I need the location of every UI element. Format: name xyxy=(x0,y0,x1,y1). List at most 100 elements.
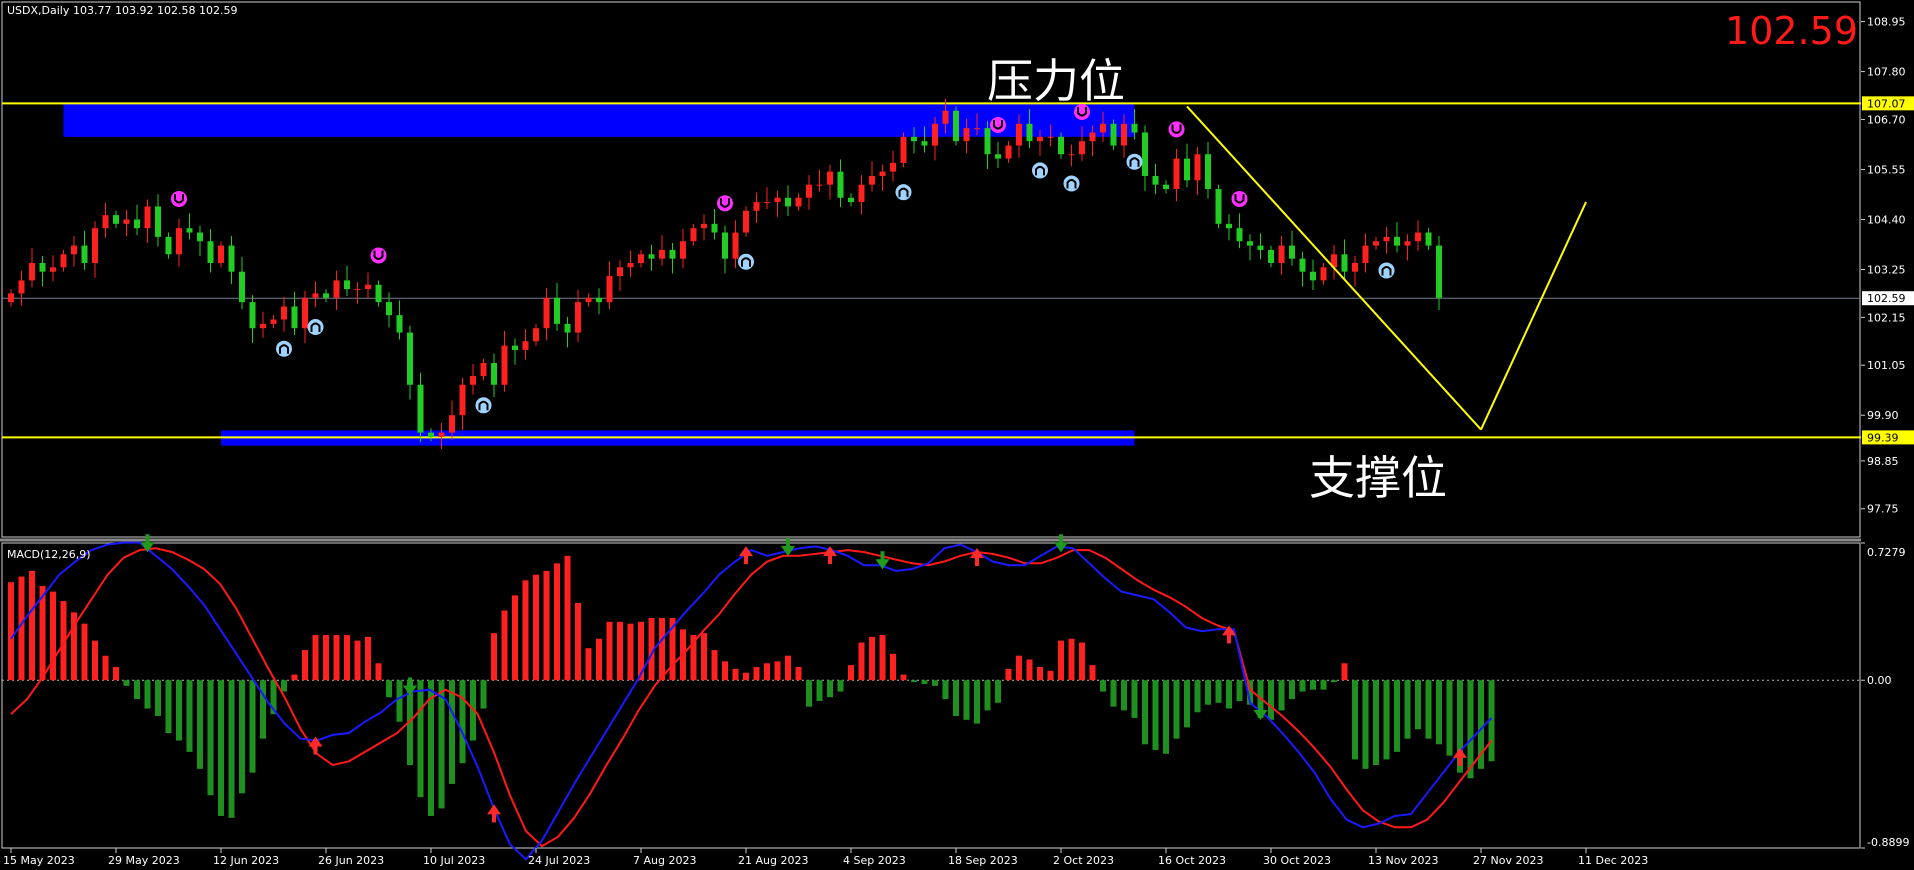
date-axis-label: 12 Jun 2023 xyxy=(213,854,279,867)
macd-histogram-bar xyxy=(113,667,119,681)
macd-histogram-bar xyxy=(827,680,833,698)
candle-body xyxy=(1415,232,1421,242)
candle-body xyxy=(291,306,298,329)
candle-body xyxy=(711,223,718,233)
candle-body xyxy=(470,376,476,385)
candle-body xyxy=(239,271,245,303)
macd-histogram-bar xyxy=(732,668,739,681)
macd-histogram-bar xyxy=(449,680,455,784)
candle-body xyxy=(438,432,445,437)
candle-body xyxy=(1173,158,1180,190)
macd-histogram-bar xyxy=(942,680,949,700)
macd-histogram-bar xyxy=(501,610,508,681)
candle-body xyxy=(1110,123,1117,146)
macd-histogram-bar xyxy=(1394,680,1400,752)
candle-body xyxy=(1383,236,1390,242)
macd-axis-label: 0.00 xyxy=(1867,674,1892,687)
candle-body xyxy=(134,219,140,229)
macd-histogram-bar xyxy=(1352,680,1358,760)
macd-histogram-bar xyxy=(1058,640,1064,681)
date-axis-label: 21 Aug 2023 xyxy=(738,854,808,867)
down-fractal-icon xyxy=(171,190,187,207)
candle-body xyxy=(92,228,98,263)
price-axis-label: 99.90 xyxy=(1867,409,1899,422)
macd-histogram-bar xyxy=(1079,642,1085,681)
candle-body xyxy=(459,384,466,416)
candle-body xyxy=(585,297,592,303)
candle-body xyxy=(1226,223,1232,229)
candle-body xyxy=(1394,236,1400,246)
candle-body xyxy=(71,245,77,255)
macd-title: MACD(12,26,9) xyxy=(7,548,91,561)
date-axis-label: 13 Nov 2023 xyxy=(1368,854,1438,867)
macd-histogram-bar xyxy=(1005,668,1012,681)
up-fractal-circle xyxy=(1378,262,1395,279)
macd-histogram-bar xyxy=(1446,680,1453,756)
candle-body xyxy=(1058,136,1064,155)
macd-histogram-bar xyxy=(1383,680,1390,760)
candle-body xyxy=(1047,136,1054,138)
ohlc-values: 103.77 103.92 102.58 102.59 xyxy=(73,4,237,17)
macd-histogram-bar xyxy=(722,661,728,681)
candle-body xyxy=(1215,189,1222,224)
down-fractal-circle xyxy=(171,190,187,207)
candle-body xyxy=(816,184,823,186)
candle-body xyxy=(921,141,928,146)
candle-body xyxy=(837,171,844,198)
candle-body xyxy=(900,136,907,163)
macd-histogram-bar xyxy=(1436,680,1442,745)
macd-histogram-bar xyxy=(585,648,592,681)
up-fractal-icon xyxy=(1378,262,1395,279)
candle-body xyxy=(281,306,287,320)
candle-body xyxy=(911,136,917,142)
macd-histogram-bar xyxy=(1404,680,1411,739)
candle-body xyxy=(669,249,676,259)
candle-body xyxy=(995,154,1001,159)
price-axis-label: 98.85 xyxy=(1867,455,1899,468)
macd-histogram-bar xyxy=(50,591,56,681)
candle-body xyxy=(1089,132,1096,142)
macd-histogram-bar xyxy=(522,580,529,681)
candle-body xyxy=(1184,158,1190,181)
candle-body xyxy=(1362,245,1369,263)
candle-body xyxy=(396,315,403,333)
macd-histogram-bar xyxy=(375,663,382,681)
macd-histogram-bar xyxy=(144,680,151,709)
macd-histogram-bar xyxy=(963,680,970,720)
down-fractal-icon xyxy=(1231,190,1248,207)
down-fractal-icon xyxy=(717,195,733,212)
date-axis-label: 30 Oct 2023 xyxy=(1263,854,1331,867)
candle-body xyxy=(1005,145,1012,159)
up-fractal-circle xyxy=(276,340,292,357)
macd-histogram-bar xyxy=(1299,680,1306,692)
candle-body xyxy=(690,228,697,242)
down-fractal-circle xyxy=(370,247,387,264)
candle-body xyxy=(1236,228,1243,242)
candle-body xyxy=(512,345,518,350)
macd-histogram-bar xyxy=(606,621,613,681)
macd-histogram-bar xyxy=(396,680,403,722)
candle-body xyxy=(165,236,172,255)
candle-body xyxy=(1205,154,1211,190)
candle-body xyxy=(1247,241,1253,246)
macd-histogram-bar xyxy=(1068,638,1075,681)
price-chart[interactable]: 108.95 107.80 106.70 105.55 104.40 103.25 102.… xyxy=(0,0,1914,870)
macd-histogram-bar xyxy=(176,680,182,741)
candle-body xyxy=(1163,184,1169,190)
candle-body xyxy=(774,197,781,203)
macd-histogram-bar xyxy=(921,680,928,684)
candle-body xyxy=(260,323,266,329)
candle-body xyxy=(480,363,487,377)
macd-axis-label: -0.8899 xyxy=(1867,836,1909,849)
date-axis-label: 16 Oct 2023 xyxy=(1158,854,1226,867)
candle-body xyxy=(848,197,854,203)
candle-body xyxy=(1194,154,1201,181)
candle-body xyxy=(984,128,991,155)
macd-histogram-bar xyxy=(1215,680,1222,703)
up-fractal-circle xyxy=(475,397,492,414)
macd-histogram-bar xyxy=(890,653,896,681)
candle-body xyxy=(974,128,980,130)
candle-body xyxy=(407,332,413,385)
macd-histogram-bar xyxy=(1425,680,1432,739)
up-fractal-icon xyxy=(1126,153,1143,170)
